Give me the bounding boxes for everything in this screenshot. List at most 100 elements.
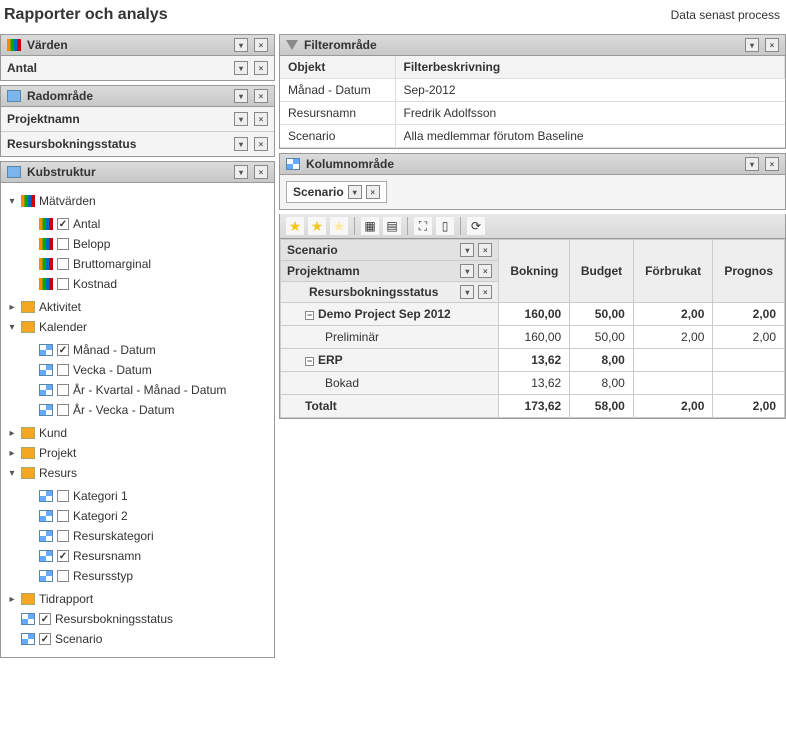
hierarchy-icon bbox=[39, 258, 53, 270]
close-icon[interactable]: × bbox=[254, 38, 268, 52]
close-icon[interactable]: × bbox=[254, 89, 268, 103]
checkbox[interactable] bbox=[57, 258, 69, 270]
checkbox[interactable] bbox=[39, 613, 51, 625]
remove-icon[interactable]: × bbox=[478, 285, 492, 299]
remove-icon[interactable]: × bbox=[478, 264, 492, 278]
value-field[interactable]: Antal ▾ × bbox=[1, 56, 274, 80]
close-icon[interactable]: × bbox=[765, 38, 779, 52]
checkbox[interactable] bbox=[57, 344, 69, 356]
grid-row-label[interactable]: Preliminär bbox=[281, 326, 499, 349]
tree-node-aktivitet[interactable]: ▸ Aktivitet bbox=[7, 297, 270, 317]
dropdown-icon[interactable]: ▾ bbox=[460, 264, 474, 278]
layout-icon[interactable]: ▯ bbox=[436, 217, 454, 235]
filter-table: ObjektFilterbeskrivning Månad - DatumSep… bbox=[280, 56, 785, 148]
caret-down-icon[interactable]: ▾ bbox=[7, 322, 17, 333]
tree-leaf[interactable]: Månad - Datum bbox=[25, 340, 270, 360]
tree-node-kund[interactable]: ▸ Kund bbox=[7, 423, 270, 443]
dropdown-icon[interactable]: ▾ bbox=[234, 137, 248, 151]
tree-node-measures[interactable]: ▾ Mätvärden AntalBeloppBruttomarginalKos… bbox=[7, 191, 270, 297]
checkbox[interactable] bbox=[57, 238, 69, 250]
caret-right-icon[interactable]: ▸ bbox=[7, 428, 17, 439]
tree-leaf[interactable]: Resursstyp bbox=[25, 566, 270, 586]
checkbox[interactable] bbox=[57, 570, 69, 582]
col-header[interactable]: Förbrukat bbox=[633, 240, 713, 303]
checkbox[interactable] bbox=[57, 490, 69, 502]
tree-leaf[interactable]: Scenario bbox=[7, 629, 270, 649]
close-icon[interactable]: × bbox=[254, 165, 268, 179]
tree-node-projekt[interactable]: ▸ Projekt bbox=[7, 443, 270, 463]
column-chip[interactable]: Scenario ▾ × bbox=[286, 181, 387, 203]
fullscreen-icon[interactable]: ⛶ bbox=[414, 217, 432, 235]
tree-node-resurs[interactable]: ▾ Resurs Kategori 1Kategori 2Resurskateg… bbox=[7, 463, 270, 589]
tree-leaf[interactable]: Kostnad bbox=[25, 274, 270, 294]
tree-leaf[interactable]: Bruttomarginal bbox=[25, 254, 270, 274]
col-header[interactable]: Prognos bbox=[713, 240, 785, 303]
checkbox[interactable] bbox=[57, 550, 69, 562]
collapse-icon[interactable]: ▾ bbox=[234, 165, 248, 179]
remove-icon[interactable]: × bbox=[254, 112, 268, 126]
tree-leaf[interactable]: År - Kvartal - Månad - Datum bbox=[25, 380, 270, 400]
checkbox[interactable] bbox=[57, 530, 69, 542]
col-header[interactable]: Bokning bbox=[499, 240, 570, 303]
dropdown-icon[interactable]: ▾ bbox=[234, 112, 248, 126]
grid-cell bbox=[633, 349, 713, 372]
caret-right-icon[interactable]: ▸ bbox=[7, 594, 17, 605]
collapse-icon[interactable]: ▾ bbox=[745, 38, 759, 52]
checkbox[interactable] bbox=[57, 404, 69, 416]
row-field[interactable]: Resursbokningsstatus ▾ × bbox=[1, 132, 274, 156]
remove-icon[interactable]: × bbox=[366, 185, 380, 199]
favorite-icon[interactable]: ★ bbox=[286, 217, 304, 235]
grid-cell bbox=[713, 349, 785, 372]
tree-leaf[interactable]: Vecka - Datum bbox=[25, 360, 270, 380]
grid-cell: 2,00 bbox=[713, 303, 785, 326]
caret-right-icon[interactable]: ▸ bbox=[7, 448, 17, 459]
grid-cell: 2,00 bbox=[713, 326, 785, 349]
star-outline-icon[interactable]: ★ bbox=[330, 217, 348, 235]
row-field[interactable]: Projektnamn ▾ × bbox=[1, 107, 274, 132]
refresh-icon[interactable]: ⟳ bbox=[467, 217, 485, 235]
tree-leaf[interactable]: Kategori 2 bbox=[25, 506, 270, 526]
rows-icon bbox=[7, 90, 21, 102]
tree-leaf[interactable]: Resurskategori bbox=[25, 526, 270, 546]
grid-cell: 13,62 bbox=[499, 372, 570, 395]
collapse-icon[interactable]: ▾ bbox=[234, 38, 248, 52]
dropdown-icon[interactable]: ▾ bbox=[460, 285, 474, 299]
checkbox[interactable] bbox=[57, 218, 69, 230]
caret-down-icon[interactable]: ▾ bbox=[7, 468, 17, 479]
col-header[interactable]: Budget bbox=[570, 240, 634, 303]
tree-node-kalender[interactable]: ▾ Kalender Månad - DatumVecka - DatumÅr … bbox=[7, 317, 270, 423]
tree-leaf[interactable]: Resursbokningsstatus bbox=[7, 609, 270, 629]
tree-leaf[interactable]: Kategori 1 bbox=[25, 486, 270, 506]
grid-row-label[interactable]: −Demo Project Sep 2012 bbox=[281, 303, 499, 326]
checkbox[interactable] bbox=[57, 364, 69, 376]
cube-icon bbox=[7, 166, 21, 178]
dropdown-icon[interactable]: ▾ bbox=[460, 243, 474, 257]
checkbox[interactable] bbox=[57, 384, 69, 396]
dropdown-icon[interactable]: ▾ bbox=[348, 185, 362, 199]
tree-leaf[interactable]: Resursnamn bbox=[25, 546, 270, 566]
table-icon[interactable]: ▦ bbox=[361, 217, 379, 235]
checkbox[interactable] bbox=[57, 278, 69, 290]
remove-icon[interactable]: × bbox=[254, 61, 268, 75]
close-icon[interactable]: × bbox=[765, 157, 779, 171]
collapse-row-icon[interactable]: − bbox=[305, 311, 314, 320]
tree-node-tidrapport[interactable]: ▸ Tidrapport bbox=[7, 589, 270, 609]
grid-row-label[interactable]: Totalt bbox=[281, 395, 499, 418]
dropdown-icon[interactable]: ▾ bbox=[234, 61, 248, 75]
checkbox[interactable] bbox=[39, 633, 51, 645]
caret-right-icon[interactable]: ▸ bbox=[7, 302, 17, 313]
checkbox[interactable] bbox=[57, 510, 69, 522]
tree-leaf[interactable]: Belopp bbox=[25, 234, 270, 254]
pivot-icon[interactable]: ▤ bbox=[383, 217, 401, 235]
caret-down-icon[interactable]: ▾ bbox=[7, 196, 17, 207]
collapse-icon[interactable]: ▾ bbox=[745, 157, 759, 171]
tree-leaf[interactable]: År - Vecka - Datum bbox=[25, 400, 270, 420]
star-icon[interactable]: ★ bbox=[308, 217, 326, 235]
remove-icon[interactable]: × bbox=[254, 137, 268, 151]
collapse-icon[interactable]: ▾ bbox=[234, 89, 248, 103]
grid-row-label[interactable]: Bokad bbox=[281, 372, 499, 395]
remove-icon[interactable]: × bbox=[478, 243, 492, 257]
tree-leaf[interactable]: Antal bbox=[25, 214, 270, 234]
collapse-row-icon[interactable]: − bbox=[305, 357, 314, 366]
grid-row-label[interactable]: −ERP bbox=[281, 349, 499, 372]
